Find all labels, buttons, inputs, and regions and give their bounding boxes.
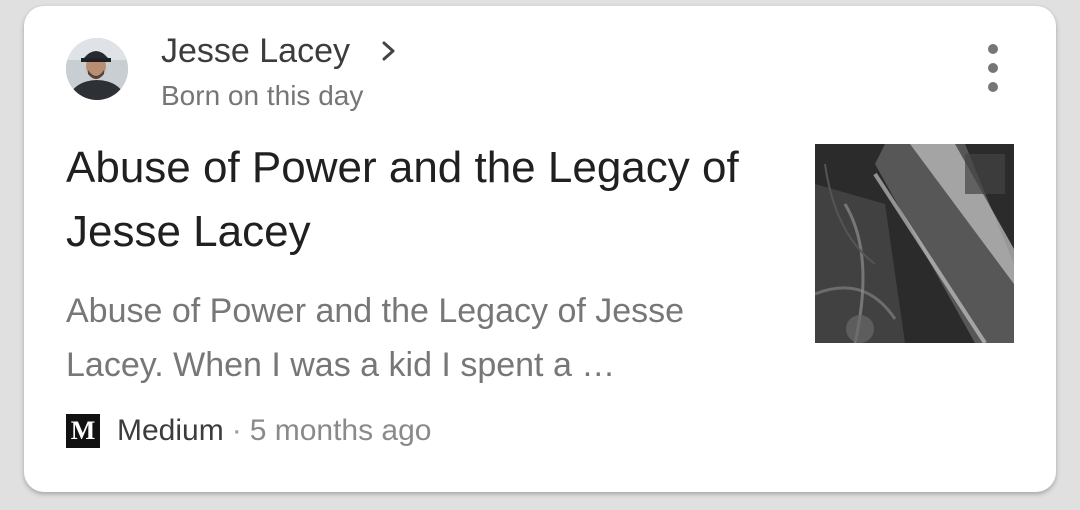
more-options-button[interactable]	[976, 42, 1010, 94]
medium-logo-icon: M	[66, 414, 100, 448]
source-attribution: M Medium · 5 months ago	[66, 410, 432, 452]
more-vert-icon	[988, 44, 998, 92]
separator-dot: ·	[231, 414, 242, 447]
avatar-photo	[66, 38, 128, 100]
chevron-right-icon	[380, 40, 398, 62]
entity-link[interactable]: Jesse Lacey	[161, 28, 398, 74]
avatar[interactable]	[66, 38, 128, 100]
published-time: 5 months ago	[249, 414, 432, 447]
source-name: Medium	[117, 414, 224, 447]
article-snippet: Abuse of Power and the Legacy of Jesse L…	[66, 292, 685, 384]
article-thumbnail[interactable]	[815, 144, 1014, 343]
article-headline[interactable]: Abuse of Power and the Legacy of Jesse L…	[66, 136, 796, 264]
card-subtitle: Born on this day	[161, 80, 364, 111]
thumbnail-photo	[815, 144, 1014, 343]
entity-name: Jesse Lacey	[161, 32, 350, 70]
